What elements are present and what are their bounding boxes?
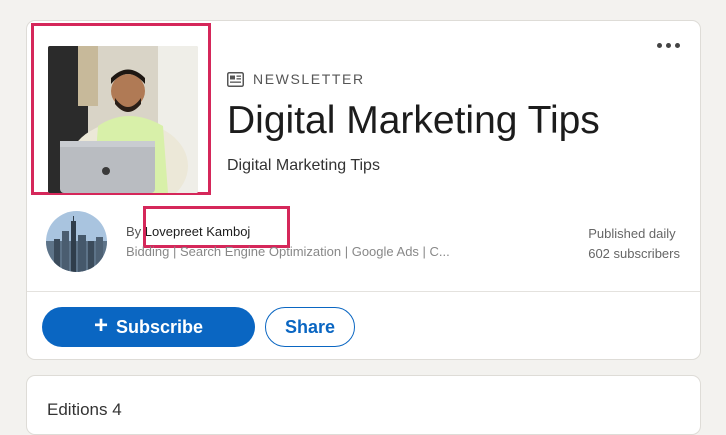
subscribe-button[interactable]: + Subscribe bbox=[42, 307, 255, 347]
more-dot-icon bbox=[666, 43, 671, 48]
subscribe-label: Subscribe bbox=[115, 316, 204, 337]
newsletter-meta: Published daily 602 subscribers bbox=[588, 224, 680, 264]
author-headline: Bidding | Search Engine Optimization | G… bbox=[126, 244, 450, 259]
newsletter-card: NEWSLETTER Digital Marketing Tips Digita… bbox=[26, 20, 701, 360]
plus-icon: + bbox=[93, 311, 108, 339]
subscriber-count: 602 subscribers bbox=[588, 246, 680, 261]
newsletter-kicker: NEWSLETTER bbox=[227, 71, 365, 87]
newsletter-title: Digital Marketing Tips bbox=[227, 99, 600, 142]
author-avatar[interactable] bbox=[46, 211, 107, 272]
card-divider bbox=[27, 291, 700, 292]
more-options-button[interactable] bbox=[657, 43, 680, 48]
newspaper-icon bbox=[227, 71, 244, 87]
editions-card: Editions 4 bbox=[26, 375, 701, 435]
byline-prefix: By bbox=[126, 224, 142, 239]
more-dot-icon bbox=[675, 43, 680, 48]
newsletter-kicker-label: NEWSLETTER bbox=[253, 71, 365, 87]
author-byline: By Lovepreet Kamboj bbox=[126, 224, 250, 239]
author-name-link[interactable]: Lovepreet Kamboj bbox=[145, 224, 251, 239]
share-label: Share bbox=[284, 316, 336, 337]
newsletter-subtitle: Digital Marketing Tips bbox=[227, 157, 380, 174]
newsletter-cover-image[interactable] bbox=[48, 46, 198, 193]
publish-frequency: Published daily bbox=[588, 226, 676, 241]
more-dot-icon bbox=[657, 43, 662, 48]
share-button[interactable]: Share bbox=[265, 307, 355, 347]
editions-heading: Editions 4 bbox=[47, 400, 122, 419]
